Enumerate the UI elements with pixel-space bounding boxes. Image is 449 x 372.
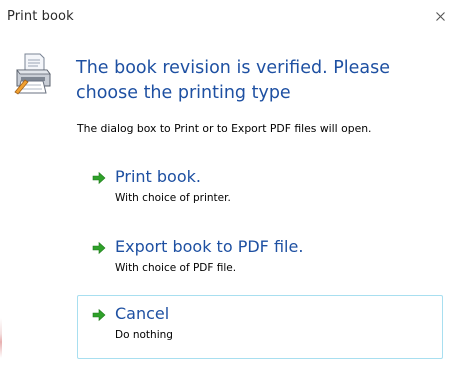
green-arrow-icon (92, 171, 106, 185)
command-title: Print book. (115, 167, 201, 186)
print-book-command[interactable]: Print book. With choice of printer. (77, 158, 443, 222)
green-arrow-icon (92, 308, 106, 322)
window-title: Print book (7, 9, 74, 24)
command-title: Export book to PDF file. (115, 237, 304, 256)
print-book-dialog: Print book The book revision is verified… (0, 0, 449, 372)
title-bar[interactable]: Print book (0, 0, 449, 42)
command-subtitle: Do nothing (115, 329, 173, 341)
command-title: Cancel (115, 304, 170, 323)
printer-icon (13, 52, 53, 96)
command-subtitle: With choice of PDF file. (115, 262, 237, 274)
close-button[interactable] (428, 4, 449, 28)
content-text: The dialog box to Print or to Export PDF… (77, 122, 372, 135)
close-icon (436, 12, 445, 21)
window-edge (0, 318, 2, 358)
main-instruction: The book revision is verified. Please ch… (76, 58, 391, 103)
export-pdf-command[interactable]: Export book to PDF file. With choice of … (77, 228, 443, 292)
green-arrow-icon (92, 241, 106, 255)
command-subtitle: With choice of printer. (115, 192, 231, 204)
cancel-command[interactable]: Cancel Do nothing (77, 295, 443, 359)
